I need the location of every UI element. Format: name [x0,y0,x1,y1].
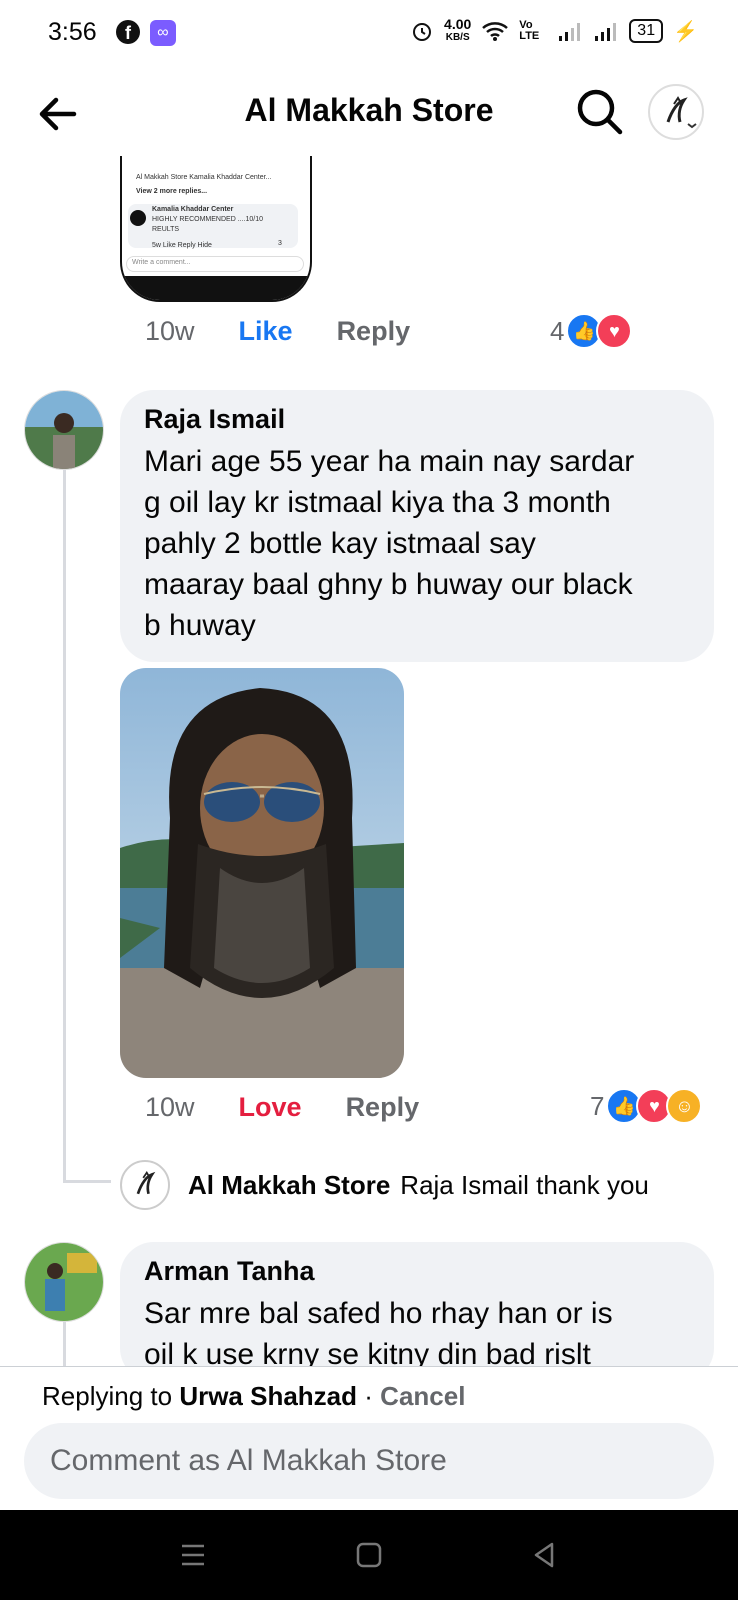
comment-line: maaray baal ghny b huway our black [144,568,633,601]
replying-to-name: Urwa Shahzad [179,1381,358,1411]
preview-line: HIGHLY RECOMMENDED ....10/10 [152,216,263,223]
preview-line: REULTS [152,226,180,233]
thread-connector [63,1180,111,1183]
shared-screenshot-image[interactable]: Al Makkah Store Kamalia Khaddar Center..… [120,156,312,302]
comment-line: Mari age 55 year ha main nay sardar [144,445,635,478]
care-reaction-icon: ☺ [666,1088,703,1124]
reaction-summary[interactable]: 4 👍 ♥ [550,313,633,349]
store-logo-icon [666,96,697,129]
preview-line: Al Makkah Store Kamalia Khaddar Center..… [136,174,272,181]
network-speed-unit: KB/S [445,32,470,43]
cancel-reply-button[interactable]: Cancel [380,1381,465,1411]
avatar-image [25,391,103,469]
comment-text: Sar mre bal safed ho rhay han or is oil … [144,1293,690,1375]
charging-icon: ⚡ [673,20,698,43]
replying-banner: Replying to Urwa Shahzad · Cancel [42,1381,465,1412]
preview-line: 5w Like Reply Hide [152,242,212,249]
battery-indicator: 31 [629,19,664,43]
menu-icon[interactable] [176,1538,210,1572]
preview-reaction-count: 3 [278,240,282,247]
comment-bubble[interactable]: Arman Tanha Sar mre bal safed ho rhay ha… [120,1242,714,1382]
reply-composer: Replying to Urwa Shahzad · Cancel Commen… [0,1366,738,1511]
love-reaction-icon: ♥ [596,313,633,349]
thread-line [63,1322,66,1366]
comment-time: 10w [145,1092,195,1122]
love-button[interactable]: Love [239,1092,302,1123]
back-icon[interactable] [528,1538,562,1572]
comment-line: Sar mre bal safed ho rhay han or is [144,1297,613,1330]
comment-input[interactable]: Comment as Al Makkah Store [24,1423,714,1499]
page-reply: Al Makkah Store Raja Ismail thank you [120,1160,649,1210]
preview-line: View 2 more replies... [136,188,208,195]
separator: · [364,1381,373,1411]
status-icons: 4.00 KB/S Vo LTE 31 ⚡ [410,16,698,44]
comment-text: Mari age 55 year ha main nay sardar g oi… [144,441,690,646]
comment-actions: 10w Love Reply [145,1092,419,1123]
search-icon[interactable] [574,86,626,138]
volte-label: Vo LTE [519,19,540,42]
reply-button[interactable]: Reply [346,1092,420,1123]
man-with-sunglasses-photo [120,668,404,1078]
system-nav-bar [0,1510,738,1600]
comment-author[interactable]: Raja Ismail [144,404,690,435]
thread-line [63,470,66,1182]
comment-line: g oil lay kr istmaal kiya tha 3 month [144,486,611,519]
wifi-icon [482,22,509,41]
status-time: 3:56 [48,18,97,46]
signal-icon-1 [559,23,581,41]
facebook-notification-icon: f [116,20,140,44]
preview-line: Write a comment... [132,259,191,266]
comment-bubble[interactable]: Raja Ismail Mari age 55 year ha main nay… [120,390,714,662]
comment-photo[interactable] [120,668,404,1078]
profile-avatar-button[interactable] [648,84,704,140]
reply-button[interactable]: Reply [337,316,411,347]
avatar-arman-tanha[interactable] [24,1242,104,1322]
header: Al Makkah Store [0,66,738,156]
avatar-raja-ismail[interactable] [24,390,104,470]
avatar-image [25,1243,103,1321]
like-button[interactable]: Like [239,316,293,347]
reaction-summary[interactable]: 7 👍 ♥ ☺ [590,1088,703,1124]
comment-line: pahly 2 bottle kay istmaal say [144,527,536,560]
alarm-icon [413,23,432,41]
reaction-count: 4 [550,315,565,346]
preview-line: Kamalia Khaddar Center [152,206,234,213]
reaction-count: 7 [590,1090,605,1121]
page-title: Al Makkah Store [244,92,494,128]
app-notification-icon: ∞ [150,20,176,46]
comment-author[interactable]: Arman Tanha [144,1256,690,1287]
reply-author[interactable]: Al Makkah Store [188,1170,390,1201]
status-bar: 3:56 f ∞ 4.00 KB/S Vo LTE 31 ⚡ [0,0,738,66]
replying-prefix: Replying to [42,1381,173,1411]
preview-nav-bar [122,276,310,300]
home-icon[interactable] [352,1538,386,1572]
signal-icon-2 [595,23,617,41]
comment-line: b huway [144,609,256,642]
comment-actions: 10w Like Reply [145,316,410,347]
network-speed: 4.00 KB/S [444,16,472,44]
reply-text: Raja Ismail thank you [400,1169,649,1200]
avatar-al-makkah-store[interactable] [120,1160,170,1210]
store-logo-icon [136,1170,156,1195]
preview-avatar [130,210,146,226]
comment-time: 10w [145,316,195,346]
network-speed-value: 4.00 [444,16,472,32]
